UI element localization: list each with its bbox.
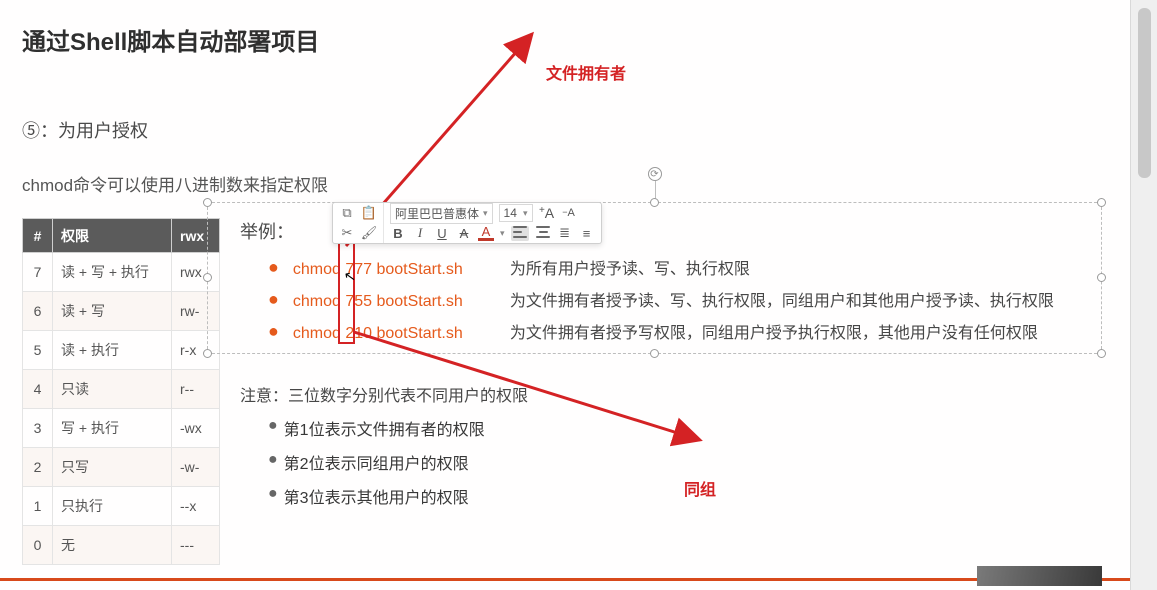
cell-num: 6 [23, 292, 53, 331]
cell-num: 2 [23, 448, 53, 487]
resize-handle[interactable] [650, 198, 659, 207]
note-text: 第2位表示同组用户的权限 [284, 450, 469, 474]
increase-font-button[interactable]: +A [539, 205, 555, 221]
example-command: chmod 210 bootStart.sh [293, 322, 498, 346]
table-row: 4只读r-- [23, 370, 220, 409]
example-explain: 为文件拥有者授予写权限，同组用户授予执行权限，其他用户没有任何权限 [510, 322, 1038, 346]
chevron-down-icon: ▾ [483, 208, 488, 219]
bottom-border [0, 578, 1130, 590]
floating-format-toolbar[interactable]: ⧉ 📋 ✂ 🖌 阿里巴巴普惠体 ▾ 14 ▾ +A −A [332, 202, 602, 244]
table-row: 1只执行--x [23, 487, 220, 526]
cell-perm: 读 + 执行 [53, 331, 172, 370]
font-size-value: 14 [504, 206, 517, 220]
corner-decor [977, 566, 1102, 586]
table-row: 5读 + 执行r-x [23, 331, 220, 370]
font-family-select[interactable]: 阿里巴巴普惠体 ▾ [390, 203, 493, 224]
example-block: 举例： ●chmod 777 bootStart.sh为所有用户授予读、写、执行… [240, 218, 1110, 508]
example-line: ● chmod 755 bootStart.sh 为文件拥有者授予读、写、执行权限，… [268, 290, 1110, 314]
cell-num: 5 [23, 331, 53, 370]
italic-button[interactable]: I [412, 225, 428, 241]
example-line: ● chmod 210 bootStart.sh 为文件拥有者授予写权限，同组用户授… [268, 322, 1110, 346]
cell-perm: 只读 [53, 370, 172, 409]
number-list-button[interactable]: ≡ [579, 226, 595, 241]
example-command: chmod 777 bootStart.sh [293, 258, 498, 282]
vertical-scrollbar[interactable] [1130, 0, 1157, 590]
bullet-icon: ● [268, 322, 279, 346]
note-item: ●第1位表示文件拥有者的权限 [268, 416, 1110, 440]
chevron-down-icon[interactable]: ▾ [500, 228, 505, 239]
cell-perm: 读 + 写 + 执行 [53, 253, 172, 292]
cell-rwx: -w- [172, 448, 220, 487]
chevron-down-icon: ▾ [523, 208, 528, 219]
cell-rwx: r-- [172, 370, 220, 409]
table-row: 6读 + 写rw- [23, 292, 220, 331]
underline-button[interactable]: U [434, 226, 450, 241]
cell-num: 3 [23, 409, 53, 448]
cell-rwx: r-x [172, 331, 220, 370]
bullet-icon: ● [268, 484, 278, 508]
bullet-icon: ● [268, 450, 278, 474]
bullet-icon: ● [268, 416, 278, 440]
bullet-icon: ● [268, 290, 279, 314]
format-painter-icon[interactable]: 🖌 [361, 225, 377, 241]
slide-desc: chmod命令可以使用八进制数来指定权限 [22, 171, 1102, 196]
cell-rwx: --x [172, 487, 220, 526]
cell-num: 4 [23, 370, 53, 409]
note-text: 第3位表示其他用户的权限 [284, 484, 469, 508]
permission-table: # 权限 rwx 7读 + 写 + 执行rwx6读 + 写rw-5读 + 执行r… [22, 218, 220, 565]
cell-num: 1 [23, 487, 53, 526]
resize-handle[interactable] [1097, 198, 1106, 207]
cell-perm: 无 [53, 526, 172, 565]
example-line: ● chmod 777 bootStart.sh 为所有用户授予读、写、执行权限 [268, 258, 1110, 282]
note-text: 第1位表示文件拥有者的权限 [284, 416, 485, 440]
table-row: 0无--- [23, 526, 220, 565]
cell-perm: 只写 [53, 448, 172, 487]
th-perm: 权限 [53, 219, 172, 253]
th-num: # [23, 219, 53, 253]
cell-rwx: --- [172, 526, 220, 565]
cell-perm: 只执行 [53, 487, 172, 526]
decrease-font-button[interactable]: −A [561, 207, 577, 219]
cell-perm: 写 + 执行 [53, 409, 172, 448]
table-row: 2只写-w- [23, 448, 220, 487]
slide-canvas: 通过Shell脚本自动部署项目 ⑤：为用户授权 chmod命令可以使用八进制数来… [0, 0, 1130, 590]
annotation-owner: 文件拥有者 [546, 60, 626, 84]
resize-handle[interactable] [203, 198, 212, 207]
slide-title: 通过Shell脚本自动部署项目 [22, 22, 1102, 57]
scrollbar-thumb[interactable] [1138, 8, 1151, 178]
bold-button[interactable]: B [390, 226, 406, 241]
font-size-select[interactable]: 14 ▾ [499, 204, 533, 222]
note-item: ●第2位表示同组用户的权限 [268, 450, 1110, 474]
th-rwx: rwx [172, 219, 220, 253]
copy-icon[interactable]: ⧉ [339, 205, 355, 221]
slide-subtitle: ⑤：为用户授权 [22, 117, 1102, 143]
paste-icon[interactable]: 📋 [361, 205, 377, 221]
table-row: 7读 + 写 + 执行rwx [23, 253, 220, 292]
font-family-value: 阿里巴巴普惠体 [395, 205, 479, 222]
font-color-button[interactable]: A [478, 225, 494, 241]
example-explain: 为所有用户授予读、写、执行权限 [510, 258, 750, 282]
cell-rwx: -wx [172, 409, 220, 448]
highlight-rectangle [338, 232, 355, 344]
example-command: chmod 755 bootStart.sh [293, 290, 498, 314]
cell-rwx: rwx [172, 253, 220, 292]
note-title: 注意：三位数字分别代表不同用户的权限 [240, 382, 1110, 406]
cell-rwx: rw- [172, 292, 220, 331]
align-left-button[interactable] [511, 226, 529, 241]
cut-icon[interactable]: ✂ [339, 225, 355, 241]
example-explain: 为文件拥有者授予读、写、执行权限，同组用户和其他用户授予读、执行权限 [510, 290, 1054, 314]
bullet-list-button[interactable]: ≣ [557, 225, 573, 241]
cell-perm: 读 + 写 [53, 292, 172, 331]
table-row: 3写 + 执行-wx [23, 409, 220, 448]
bullet-icon: ● [268, 258, 279, 282]
cell-num: 7 [23, 253, 53, 292]
cell-num: 0 [23, 526, 53, 565]
align-center-button[interactable] [535, 226, 551, 241]
annotation-group: 同组 [684, 476, 716, 500]
strikethrough-button[interactable]: A [456, 226, 472, 241]
